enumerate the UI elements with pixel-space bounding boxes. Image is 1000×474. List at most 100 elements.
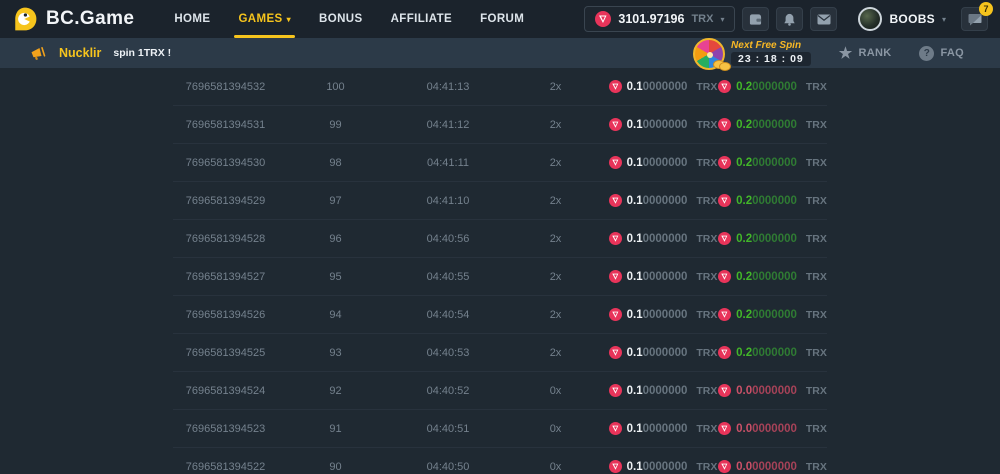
bet-amount: 0.10000000 TRX (608, 422, 718, 435)
bet-time: 04:40:53 (393, 347, 503, 359)
table-row[interactable]: 7696581394522 90 04:40:50 0x 0.10000000 … (173, 448, 827, 474)
table-row[interactable]: 7696581394525 93 04:40:53 2x 0.10000000 … (173, 334, 827, 372)
trx-coin-icon (718, 460, 731, 473)
balance-currency: TRX (691, 13, 713, 25)
table-row[interactable]: 7696581394529 97 04:41:10 2x 0.10000000 … (173, 182, 827, 220)
bet-id: 7696581394523 (173, 423, 278, 435)
trx-coin-icon (718, 346, 731, 359)
bet-amount-value: 0.10000000 (627, 461, 688, 473)
announcement-link[interactable]: Nucklir spin 1TRX ! (30, 46, 171, 61)
free-spin-widget[interactable]: Next Free Spin 23 : 18 : 09 (693, 37, 811, 69)
currency-label: TRX (806, 347, 827, 359)
bet-id: 7696581394525 (173, 347, 278, 359)
nav-item-bonus[interactable]: BONUS (305, 0, 377, 38)
table-row[interactable]: 7696581394523 91 04:40:51 0x 0.10000000 … (173, 410, 827, 448)
megaphone-icon (30, 46, 47, 61)
bet-amount-value: 0.10000000 (627, 385, 688, 397)
payout-amount: 0.00000000 TRX (718, 460, 827, 473)
table-row[interactable]: 7696581394530 98 04:41:11 2x 0.10000000 … (173, 144, 827, 182)
roll-number: 99 (278, 119, 393, 131)
bet-amount-value: 0.10000000 (627, 423, 688, 435)
messages-button[interactable] (810, 7, 837, 31)
free-spin-label: Next Free Spin (731, 40, 811, 51)
bet-id: 7696581394528 (173, 233, 278, 245)
currency-label: TRX (696, 119, 717, 131)
payout-amount: 0.20000000 TRX (718, 232, 827, 245)
nav-item-home[interactable]: HOME (160, 0, 224, 38)
bet-time: 04:41:12 (393, 119, 503, 131)
currency-label: TRX (806, 461, 827, 473)
currency-label: TRX (806, 119, 827, 131)
brand-logo[interactable]: BC.Game (12, 6, 134, 32)
notifications-button[interactable] (776, 7, 803, 31)
brand-name: BC.Game (46, 8, 134, 30)
bet-multiplier: 0x (503, 423, 608, 435)
currency-label: TRX (696, 385, 717, 397)
table-row[interactable]: 7696581394528 96 04:40:56 2x 0.10000000 … (173, 220, 827, 258)
table-row[interactable]: 7696581394524 92 04:40:52 0x 0.10000000 … (173, 372, 827, 410)
roll-number: 90 (278, 461, 393, 473)
chevron-down-icon: ▾ (287, 15, 291, 24)
nav-item-games[interactable]: GAMES ▾ (224, 0, 305, 38)
currency-label: TRX (696, 157, 717, 169)
main-content: 7696581394532 100 04:41:13 2x 0.10000000… (0, 68, 1000, 474)
bet-amount: 0.10000000 TRX (608, 270, 718, 283)
bet-amount-value: 0.10000000 (627, 347, 688, 359)
balance-selector[interactable]: 3101.97196 TRX ▾ (584, 6, 735, 32)
navbar-right: 3101.97196 TRX ▾ (584, 6, 988, 32)
envelope-icon (817, 14, 831, 25)
table-row[interactable]: 7696581394527 95 04:40:55 2x 0.10000000 … (173, 258, 827, 296)
payout-amount-value: 0.00000000 (736, 461, 797, 473)
username: BOOBS (889, 12, 935, 26)
bet-multiplier: 2x (503, 347, 608, 359)
bet-id: 7696581394527 (173, 271, 278, 283)
nav-item-forum[interactable]: FORUM (466, 0, 538, 38)
roll-number: 93 (278, 347, 393, 359)
bets-table: 7696581394532 100 04:41:13 2x 0.10000000… (173, 68, 827, 474)
trx-coin-icon (609, 308, 622, 321)
table-row[interactable]: 7696581394526 94 04:40:54 2x 0.10000000 … (173, 296, 827, 334)
bet-amount: 0.10000000 TRX (608, 346, 718, 359)
chat-icon (968, 13, 982, 26)
bet-time: 04:40:56 (393, 233, 503, 245)
faq-label: FAQ (940, 47, 964, 59)
payout-amount-value: 0.20000000 (736, 119, 797, 131)
bet-amount-value: 0.10000000 (627, 81, 688, 93)
question-icon: ? (919, 46, 934, 61)
user-menu[interactable]: BOOBS ▾ (858, 7, 946, 31)
bet-amount-value: 0.10000000 (627, 271, 688, 283)
bet-amount: 0.10000000 TRX (608, 384, 718, 397)
payout-amount-value: 0.20000000 (736, 347, 797, 359)
payout-amount: 0.20000000 TRX (718, 270, 827, 283)
announcement-subtitle: spin 1TRX ! (113, 47, 171, 59)
bet-amount: 0.10000000 TRX (608, 460, 718, 473)
bet-time: 04:41:13 (393, 81, 503, 93)
wallet-button[interactable] (742, 7, 769, 31)
announcement-title: Nucklir (59, 46, 101, 60)
table-row[interactable]: 7696581394532 100 04:41:13 2x 0.10000000… (173, 68, 827, 106)
bet-amount-value: 0.10000000 (627, 195, 688, 207)
bet-id: 7696581394526 (173, 309, 278, 321)
bet-multiplier: 2x (503, 309, 608, 321)
payout-amount-value: 0.20000000 (736, 233, 797, 245)
bet-multiplier: 0x (503, 461, 608, 473)
chat-toggle-button[interactable]: 7 (961, 7, 988, 31)
trx-coin-icon (718, 194, 731, 207)
bet-amount: 0.10000000 TRX (608, 156, 718, 169)
bet-time: 04:40:51 (393, 423, 503, 435)
bet-id: 7696581394532 (173, 81, 278, 93)
faq-button[interactable]: ? FAQ (919, 46, 964, 61)
currency-label: TRX (696, 81, 717, 93)
bet-amount: 0.10000000 TRX (608, 80, 718, 93)
table-row[interactable]: 7696581394531 99 04:41:12 2x 0.10000000 … (173, 106, 827, 144)
nav-item-affiliate[interactable]: AFFILIATE (377, 0, 467, 38)
payout-amount-value: 0.00000000 (736, 385, 797, 397)
trx-coin-icon (609, 194, 622, 207)
trx-coin-icon (718, 80, 731, 93)
currency-label: TRX (696, 271, 717, 283)
bet-time: 04:41:11 (393, 157, 503, 169)
chevron-down-icon: ▾ (720, 15, 724, 24)
roll-number: 96 (278, 233, 393, 245)
rank-button[interactable]: ★ RANK (839, 46, 892, 61)
bet-amount: 0.10000000 TRX (608, 308, 718, 321)
